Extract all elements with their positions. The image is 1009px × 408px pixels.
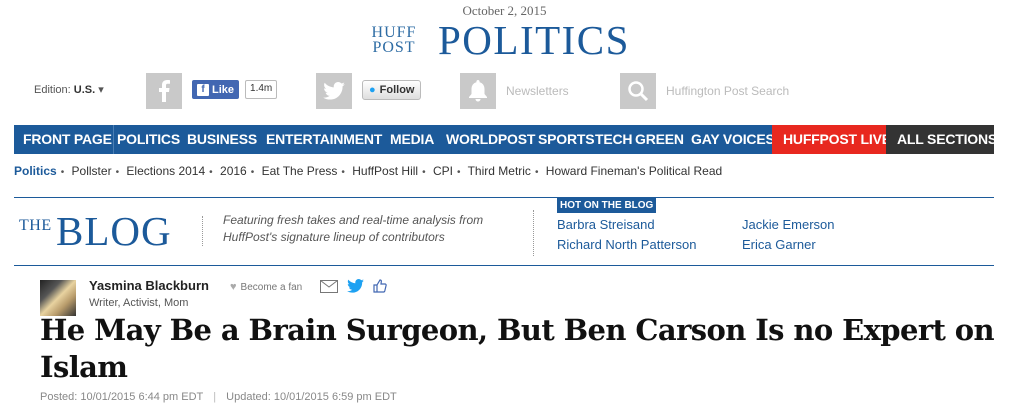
edition-selector[interactable]: Edition: U.S. ▾ xyxy=(34,83,104,96)
nav-green[interactable]: GREEN xyxy=(635,125,684,154)
facebook-icon[interactable] xyxy=(146,73,182,109)
chevron-down-icon: ▾ xyxy=(98,84,104,96)
nav-worldpost[interactable]: WORLDPOST xyxy=(446,125,535,154)
twitter-bird-icon: ● xyxy=(369,84,376,96)
updated-time: Updated: 10/01/2015 6:59 pm EDT xyxy=(226,391,397,403)
subnav-eat-the-press[interactable]: Eat The Press xyxy=(262,164,338,178)
thumbs-up-icon[interactable] xyxy=(373,279,387,298)
nav-media[interactable]: MEDIA xyxy=(390,125,434,154)
politics-logo[interactable]: HUFF POST POLITICS xyxy=(364,20,630,61)
subnav-separator: • xyxy=(456,167,461,178)
subnav-separator: • xyxy=(115,167,120,178)
subnav-separator: • xyxy=(250,167,255,178)
blog-logo-the[interactable]: THE xyxy=(19,217,52,235)
posted-time: Posted: 10/01/2015 6:44 pm EDT xyxy=(40,391,204,403)
article-headline: He May Be a Brain Surgeon, But Ben Carso… xyxy=(40,313,995,384)
meta-divider: | xyxy=(213,391,217,403)
subnav-third-metric[interactable]: Third Metric xyxy=(468,164,531,178)
facebook-small-icon: f xyxy=(197,83,209,96)
huffpost-logo[interactable]: HUFF POST xyxy=(364,24,424,56)
nav-politics[interactable]: POLITICS xyxy=(117,125,180,154)
nav-all-label: ALL SECTIONS xyxy=(897,131,998,147)
logo-line-post: POST xyxy=(372,39,416,56)
logo-line-huff: HUFF xyxy=(371,24,417,41)
nav-front-page[interactable]: FRONT PAGE xyxy=(23,125,112,154)
nav-entertainment[interactable]: ENTERTAINMENT xyxy=(266,125,382,154)
section-title[interactable]: POLITICS xyxy=(438,20,630,61)
subnav-cpi[interactable]: CPI xyxy=(433,164,453,178)
newsletters-link[interactable]: Newsletters xyxy=(506,84,569,98)
email-icon[interactable] xyxy=(320,279,338,298)
search-input[interactable]: Huffington Post Search xyxy=(666,84,789,98)
twitter-follow-button[interactable]: ● Follow xyxy=(362,80,422,100)
hot-link-barbra-streisand[interactable]: Barbra Streisand xyxy=(557,217,655,232)
nav-huffpost-live[interactable]: HUFFPOST LIVE xyxy=(772,125,891,154)
hot-link-erica-garner[interactable]: Erica Garner xyxy=(742,237,816,252)
subnav-pollster[interactable]: Pollster xyxy=(72,164,112,178)
blog-banner: THE BLOG Featuring fresh takes and real-… xyxy=(14,197,994,266)
nav-all-sections[interactable]: ALL SECTIONS xyxy=(886,125,998,154)
like-label: Like xyxy=(212,83,235,96)
subnav-politics[interactable]: Politics xyxy=(14,164,57,178)
main-nav: FRONT PAGE POLITICS BUSINESS ENTERTAINME… xyxy=(14,125,998,154)
article-timestamps: Posted: 10/01/2015 6:44 pm EDT | Updated: … xyxy=(40,391,397,403)
subnav-separator: • xyxy=(209,167,213,178)
twitter-icon[interactable] xyxy=(347,279,364,298)
subnav-2016[interactable]: 2016 xyxy=(220,164,247,178)
become-a-fan-button[interactable]: ♥ Become a fan xyxy=(230,281,302,293)
subnav-separator: • xyxy=(341,167,345,178)
hot-link-richard-north-patterson[interactable]: Richard North Patterson xyxy=(557,237,696,252)
sub-nav: Politics • Pollster • Elections 2014 • 2016… xyxy=(14,164,722,178)
nav-tech[interactable]: TECH xyxy=(595,125,633,154)
hot-link-jackie-emerson[interactable]: Jackie Emerson xyxy=(742,217,834,232)
author-actions xyxy=(320,279,387,298)
nav-business[interactable]: BUSINESS xyxy=(187,125,257,154)
hot-on-blog-label: HOT ON THE BLOG xyxy=(557,198,657,213)
subnav-elections-2014[interactable]: Elections 2014 xyxy=(126,164,205,178)
nav-gay-voices[interactable]: GAY VOICES xyxy=(691,125,775,154)
fan-label: Become a fan xyxy=(240,281,303,293)
search-icon[interactable] xyxy=(620,73,656,109)
follow-label: Follow xyxy=(379,84,415,96)
nav-sports[interactable]: SPORTS xyxy=(538,125,595,154)
author-avatar[interactable] xyxy=(40,280,76,316)
utility-bar: Edition: U.S. ▾ f Like 1.4m ● Follow New… xyxy=(0,72,1009,110)
author-name[interactable]: Yasmina Blackburn xyxy=(89,278,209,293)
like-count: 1.4m xyxy=(245,80,278,99)
edition-label: Edition: xyxy=(34,84,71,96)
edition-value: U.S. xyxy=(73,84,96,96)
facebook-like-widget[interactable]: f Like 1.4m xyxy=(192,80,278,99)
subnav-separator: • xyxy=(422,167,426,178)
subnav-separator: • xyxy=(534,167,539,178)
facebook-like-button[interactable]: f Like xyxy=(192,80,240,99)
divider xyxy=(202,216,203,246)
subnav-howard-fineman[interactable]: Howard Fineman's Political Read xyxy=(546,164,722,178)
author-role: Writer, Activist, Mom xyxy=(89,297,189,309)
heart-icon: ♥ xyxy=(230,281,237,293)
divider xyxy=(533,210,534,256)
blog-logo[interactable]: BLOG xyxy=(56,207,172,255)
nav-live-label: HUFFPOST LIVE xyxy=(783,131,891,147)
bell-icon[interactable] xyxy=(460,73,496,109)
blog-tagline: Featuring fresh takes and real-time anal… xyxy=(223,213,484,244)
subnav-separator: • xyxy=(60,167,65,178)
subnav-huffpost-hill[interactable]: HuffPost Hill xyxy=(352,164,418,178)
twitter-icon[interactable] xyxy=(316,73,352,109)
nav-divider xyxy=(113,125,114,154)
